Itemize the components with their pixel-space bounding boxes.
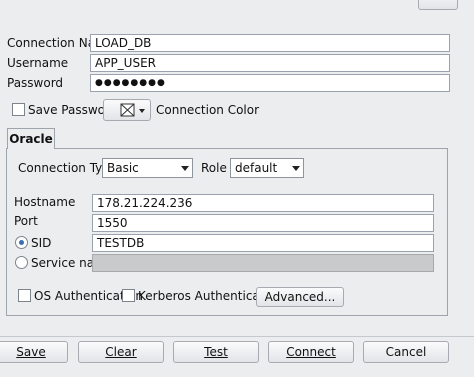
clear-button[interactable]: Clear bbox=[78, 341, 164, 363]
test-button-label: Test bbox=[204, 345, 228, 359]
advanced-button[interactable]: Advanced... bbox=[256, 287, 344, 307]
cancel-button[interactable]: Cancel bbox=[363, 341, 449, 363]
tab-oracle[interactable]: Oracle bbox=[7, 128, 55, 149]
service-name-field[interactable] bbox=[92, 254, 434, 272]
sid-radio[interactable] bbox=[15, 236, 28, 249]
port-label: Port bbox=[14, 214, 38, 228]
hostname-field[interactable]: 178.21.224.236 bbox=[92, 194, 434, 212]
role-value: default bbox=[235, 161, 278, 175]
radio-selected-dot bbox=[19, 240, 24, 245]
kerberos-authentication-checkbox[interactable] bbox=[122, 289, 135, 302]
test-button[interactable]: Test bbox=[173, 341, 259, 363]
connection-color-button[interactable] bbox=[103, 99, 151, 121]
connect-button-label: Connect bbox=[286, 345, 336, 359]
save-button[interactable]: Save bbox=[0, 341, 68, 363]
password-label: Password bbox=[7, 76, 64, 90]
top-partial-button[interactable] bbox=[418, 0, 458, 10]
hostname-label: Hostname bbox=[14, 195, 76, 209]
role-select[interactable]: default bbox=[230, 158, 304, 178]
username-label: Username bbox=[7, 56, 69, 70]
connection-color-label: Connection Color bbox=[156, 103, 260, 117]
connection-name-field[interactable]: LOAD_DB bbox=[90, 34, 450, 52]
os-authentication-checkbox[interactable] bbox=[18, 289, 31, 302]
save-password-checkbox[interactable] bbox=[12, 103, 25, 116]
connect-button[interactable]: Connect bbox=[268, 341, 354, 363]
save-button-label: Save bbox=[16, 345, 46, 359]
bottom-separator bbox=[0, 336, 474, 337]
port-field[interactable]: 1550 bbox=[92, 214, 434, 232]
sid-label: SID bbox=[31, 236, 52, 250]
chevron-down-icon bbox=[181, 166, 189, 171]
sid-field[interactable]: TESTDB bbox=[92, 234, 434, 252]
clear-button-label: Clear bbox=[105, 345, 137, 359]
chevron-down-icon bbox=[292, 166, 300, 171]
role-label: Role bbox=[201, 161, 227, 175]
connection-type-value: Basic bbox=[107, 161, 139, 175]
color-swatch-icon bbox=[120, 103, 145, 117]
password-field[interactable]: ●●●●●●●● bbox=[90, 74, 450, 92]
service-name-radio[interactable] bbox=[15, 256, 28, 269]
connection-type-select[interactable]: Basic bbox=[102, 158, 193, 178]
username-field[interactable]: APP_USER bbox=[90, 54, 450, 72]
